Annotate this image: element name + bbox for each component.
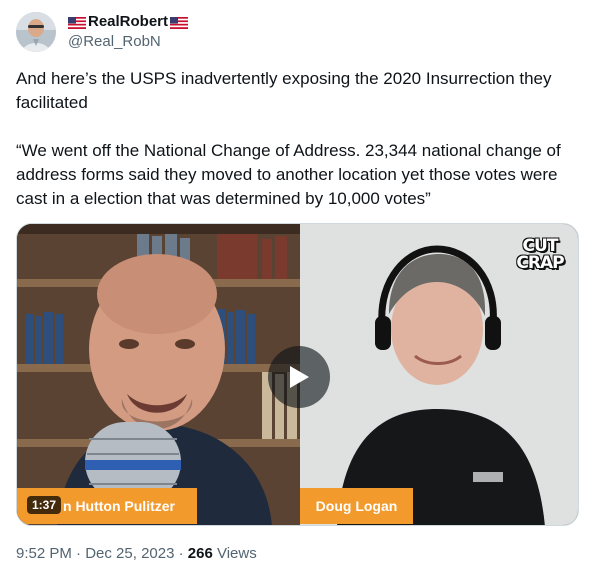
tweet-paragraph: “We went off the National Change of Addr… bbox=[16, 141, 561, 208]
play-button[interactable] bbox=[268, 346, 330, 408]
us-flag-icon bbox=[68, 16, 86, 29]
us-flag-icon bbox=[170, 16, 189, 29]
right-name-tag: Doug Logan bbox=[300, 488, 413, 524]
author-handle[interactable]: @Real_RobN bbox=[68, 33, 161, 51]
author-name-row[interactable]: RealRobert bbox=[68, 13, 189, 31]
views-label: Views bbox=[212, 545, 257, 562]
tweet-text: And here’s the USPS inadvertently exposi… bbox=[16, 67, 586, 211]
tweet-date[interactable]: Dec 25, 2023 bbox=[85, 545, 174, 562]
tweet-time[interactable]: 9:52 PM bbox=[16, 545, 72, 562]
meta-separator: · bbox=[71, 545, 86, 562]
tweet-paragraph: And here’s the USPS inadvertently exposi… bbox=[16, 69, 552, 112]
video-duration: 1:37 bbox=[27, 496, 62, 514]
views-count[interactable]: 266 bbox=[188, 545, 213, 562]
video-player[interactable]: CUT CRAP n Hutton Pulitzer Doug Logan 1:… bbox=[16, 223, 579, 526]
tweet-meta: 9:52 PM · Dec 25, 2023 · 266 Views bbox=[16, 544, 257, 564]
play-icon bbox=[290, 366, 309, 388]
meta-separator: · bbox=[174, 545, 188, 562]
cut-the-crap-logo: CUT CRAP bbox=[514, 238, 566, 272]
author-avatar[interactable] bbox=[16, 12, 56, 52]
author-display-name[interactable]: RealRobert bbox=[88, 13, 168, 31]
logo-line: CRAP bbox=[516, 253, 564, 273]
tweet: RealRobert @Real_RobN And here’s the USP… bbox=[0, 0, 611, 581]
